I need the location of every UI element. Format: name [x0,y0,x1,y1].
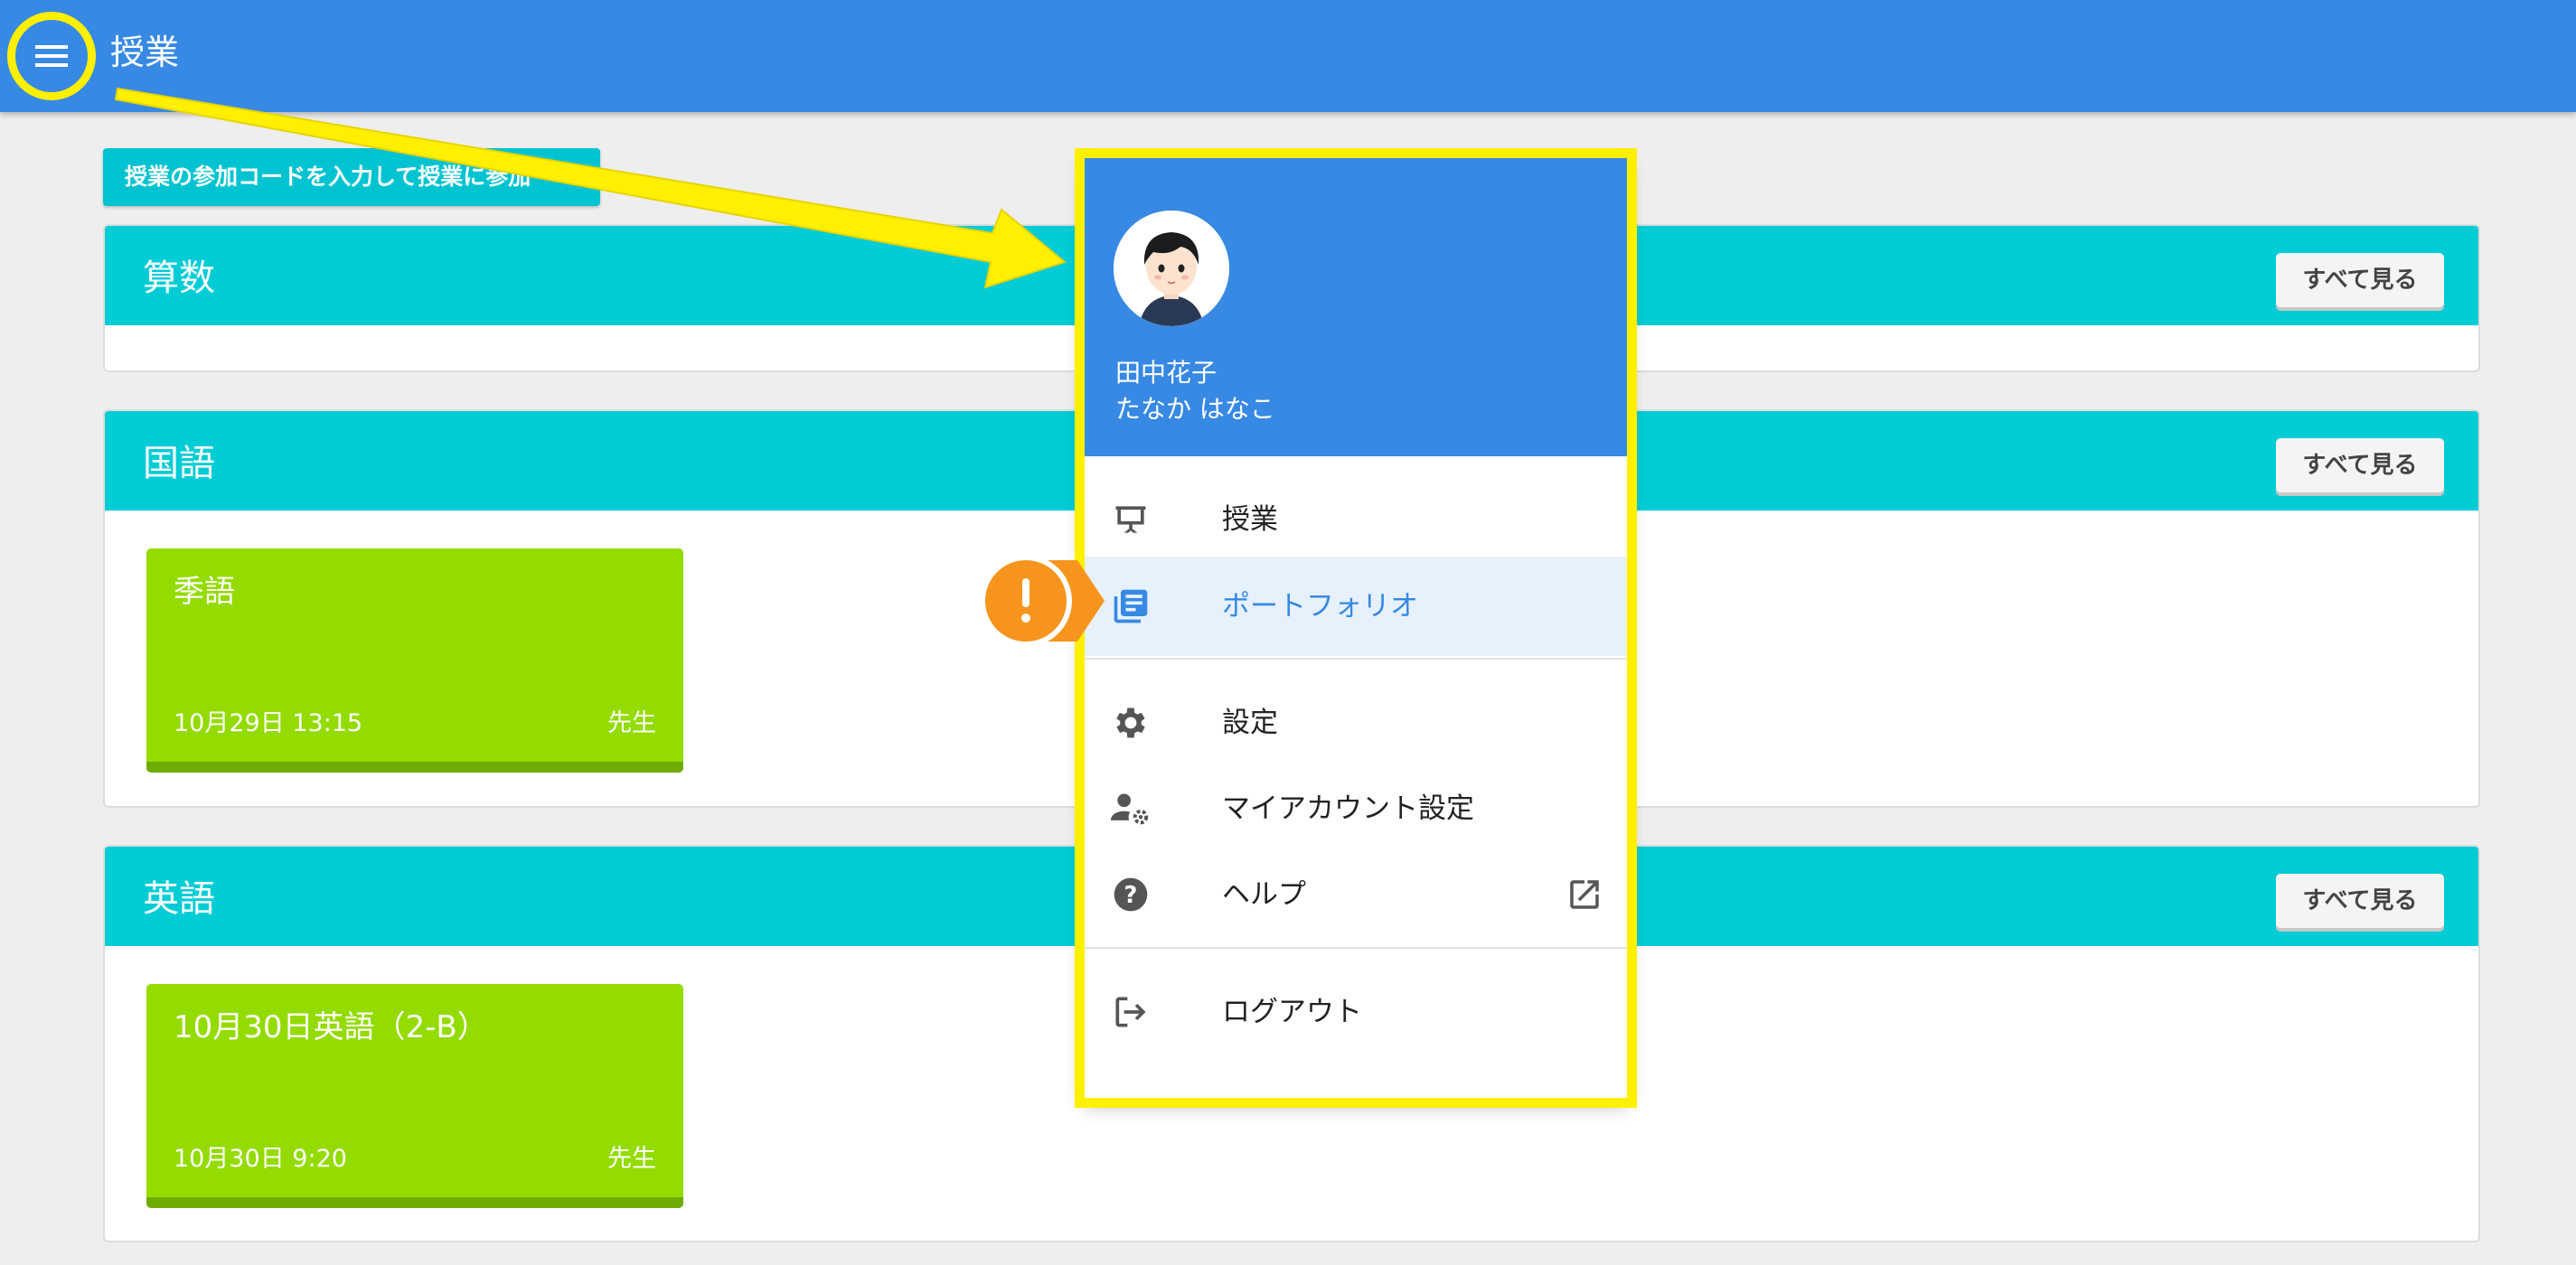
svg-text:?: ? [1124,882,1138,909]
divider [1085,658,1627,660]
subject-title: 英語 [143,878,215,920]
drawer-item-help[interactable]: ? ヘルプ [1085,845,1627,944]
drawer-item-lessons[interactable]: 授業 [1085,470,1627,569]
app-bar: 授業 [0,0,2576,112]
portfolio-icon [1108,584,1153,629]
drawer-item-label: ヘルプ [1222,878,1306,911]
presentation-icon [1108,497,1153,542]
navigation-drawer: 田中花子 たなか はなこ 授業 ポートフォリオ 設定 マイアカウント設定 ? ヘ… [1075,148,1637,1108]
lesson-teacher: 先生 [607,1145,656,1173]
drawer-item-label: ポートフォリオ [1222,590,1418,623]
user-name: 田中花子 [1115,358,1217,388]
drawer-item-label: ログアウト [1222,996,1362,1028]
see-all-button[interactable]: すべて見る [2276,438,2444,492]
highlight-circle [7,12,96,100]
subject-title: 算数 [143,258,215,299]
lesson-date: 10月30日 9:20 [174,1145,347,1173]
divider [1085,947,1627,949]
drawer-header: 田中花子 たなか はなこ [1085,158,1627,456]
drawer-item-label: マイアカウント設定 [1222,792,1474,825]
join-class-button[interactable]: 授業の参加コードを入力して授業に参加 [103,148,600,206]
lesson-title: 季語 [174,574,235,610]
lesson-title: 10月30日英語（2-B） [174,1009,488,1045]
drawer-item-label: 設定 [1222,707,1278,739]
user-name-kana: たなか はなこ [1115,394,1275,424]
warning-callout-icon [980,555,1105,647]
lesson-card[interactable]: 季語 10月29日 13:15 先生 [146,548,683,773]
lesson-card[interactable]: 10月30日英語（2-B） 10月30日 9:20 先生 [146,984,683,1208]
see-all-button[interactable]: すべて見る [2276,874,2444,928]
drawer-item-label: 授業 [1222,503,1278,536]
drawer-item-account-settings[interactable]: マイアカウント設定 [1085,759,1627,858]
avatar [1114,211,1229,326]
help-icon: ? [1108,872,1153,917]
drawer-item-portfolio[interactable]: ポートフォリオ [1085,557,1627,656]
page-title: 授業 [110,33,180,72]
subject-title: 国語 [143,443,215,484]
drawer-item-logout[interactable]: ログアウト [1085,962,1627,1062]
drawer-item-settings[interactable]: 設定 [1085,673,1627,773]
gear-icon [1108,700,1153,745]
account-settings-icon [1108,786,1153,831]
see-all-button[interactable]: すべて見る [2276,253,2444,307]
external-link-icon [1570,880,1599,909]
logout-icon [1108,989,1153,1035]
lesson-date: 10月29日 13:15 [174,709,363,737]
lesson-teacher: 先生 [607,709,656,737]
